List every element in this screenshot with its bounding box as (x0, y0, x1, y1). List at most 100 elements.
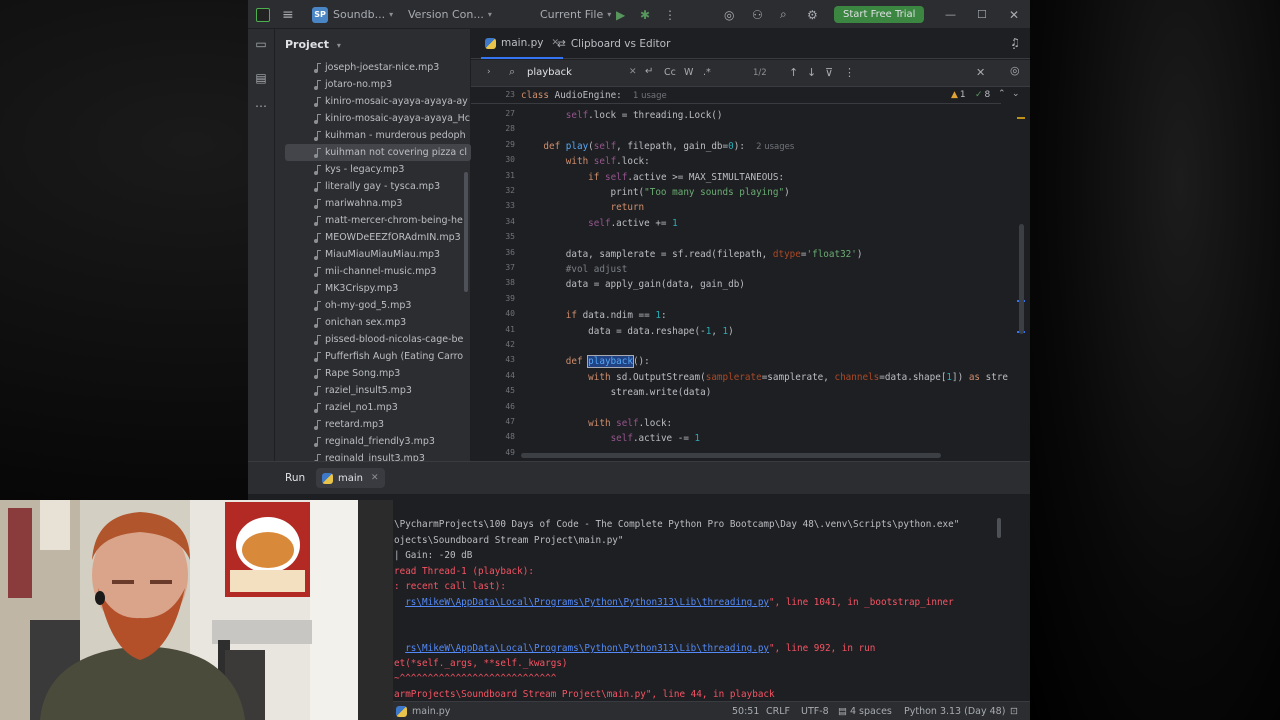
project-panel-header[interactable]: Project ▾ (285, 38, 341, 51)
line-separator[interactable]: CRLF (766, 702, 790, 720)
regex-toggle[interactable]: .* (703, 67, 711, 78)
file-item[interactable]: reetard.mp3 (275, 416, 471, 433)
editor-horizontal-scrollbar[interactable] (521, 453, 941, 458)
project-switcher[interactable]: SP Soundb... ▾ (312, 0, 393, 29)
file-item[interactable]: mii-channel-music.mp3 (275, 263, 471, 280)
notifications-icon[interactable]: ♫ (1010, 36, 1020, 49)
gear-icon[interactable]: ⚙ (807, 0, 818, 29)
file-item[interactable]: Pufferfish Augh (Eating Carro (275, 348, 471, 365)
minimize-icon[interactable]: — (945, 0, 956, 29)
file-item[interactable]: MK3Crispy.mp3 (275, 280, 471, 297)
file-item[interactable]: oh-my-god_5.mp3 (275, 297, 471, 314)
match-case-toggle[interactable]: Cc (664, 67, 676, 78)
sticky-scroll-header[interactable]: 23 class AudioEngine: 1 usage ▲ 1 ✓ 8 ⌃ ⌄ (471, 88, 1020, 104)
tab-main-py[interactable]: main.py ✕ (481, 29, 563, 59)
console-output[interactable]: \PycharmProjects\100 Days of Code - The … (394, 518, 1004, 700)
vcs-widget[interactable]: Version Con... ▾ (408, 0, 492, 29)
close-tab-icon[interactable]: ✕ (371, 473, 379, 483)
file-name: jotaro-no.mp3 (325, 79, 393, 90)
console-line: read Thread-1 (playback): (394, 566, 534, 577)
ai-assistant-icon[interactable]: ◎ (724, 0, 734, 29)
file-item[interactable]: jotaro-no.mp3 (275, 76, 471, 93)
editor-area: main.py ✕ ⇄ Clipboard vs Editor ⋮ › ⌕ pl… (471, 29, 1030, 461)
indent-label: 4 spaces (849, 706, 892, 717)
traceback-link[interactable]: rs\MikeW\AppData\Local\Programs\Python\P… (405, 597, 769, 608)
previous-occurrence-icon[interactable]: ↑ (789, 66, 798, 79)
code-content[interactable]: self.lock = threading.Lock() def play(se… (471, 88, 1008, 458)
find-input[interactable]: playback (527, 67, 631, 78)
file-encoding[interactable]: UTF-8 (801, 702, 829, 720)
indent-widget[interactable]: ▤ 4 spaces (838, 702, 892, 720)
chevron-up-icon[interactable]: ⌃ (998, 89, 1006, 99)
whole-word-toggle[interactable]: W (684, 67, 693, 78)
file-item[interactable]: kys - legacy.mp3 (275, 161, 471, 178)
folder-icon[interactable]: ▭ (254, 37, 268, 51)
newline-icon[interactable]: ↵ (645, 66, 653, 77)
traceback-link[interactable]: rs\MikeW\AppData\Local\Programs\Python\P… (405, 643, 769, 654)
file-item[interactable]: matt-mercer-chrom-being-he (275, 212, 471, 229)
warning-icon[interactable]: ▲ 1 (951, 90, 966, 100)
file-item[interactable]: raziel_insult5.mp3 (275, 382, 471, 399)
console-scrollbar[interactable] (997, 518, 1001, 538)
code-line-37: #vol adjust (565, 264, 628, 275)
breadcrumb-file: main.py (412, 706, 451, 717)
code-line-27: self.lock = threading.Lock() (565, 110, 723, 121)
file-item[interactable]: literally gay - tysca.mp3 (275, 178, 471, 195)
filter-icon[interactable]: ⊽ (825, 66, 833, 79)
file-item[interactable]: Rape Song.mp3 (275, 365, 471, 382)
tab-clipboard-vs-editor[interactable]: ⇄ Clipboard vs Editor (557, 29, 670, 59)
search-icon[interactable]: ⌕ (780, 0, 787, 29)
file-item[interactable]: kiniro-mosaic-ayaya-ayaya_Hc (275, 110, 471, 127)
file-item[interactable]: kiniro-mosaic-ayaya-ayaya-ay (275, 93, 471, 110)
console-line: ojects\Soundboard Stream Project\main.py… (394, 535, 624, 546)
file-item[interactable]: MEOWDeEEZfORAdmIN.mp3 (275, 229, 471, 246)
file-item[interactable]: pissed-blood-nicolas-cage-be (275, 331, 471, 348)
title-bar: ≡ SP Soundb... ▾ Version Con... ▾ Curren… (248, 0, 1030, 29)
desktop-background-right (1030, 0, 1280, 720)
file-item-selected[interactable]: kuihman not covering pizza cl (285, 144, 471, 161)
project-badge: SP (312, 6, 328, 23)
maximize-icon[interactable]: ☐ (977, 0, 987, 29)
project-panel: Project ▾ joseph-joestar-nice.mp3 jotaro… (275, 29, 471, 464)
chevron-down-icon[interactable]: ⌄ (1012, 89, 1020, 99)
more-tools-icon[interactable]: ⋯ (254, 99, 268, 113)
file-item[interactable]: kuihman - murderous pedoph (275, 127, 471, 144)
file-item[interactable]: onichan sex.mp3 (275, 314, 471, 331)
start-free-trial-button[interactable]: Start Free Trial (834, 6, 925, 23)
pycharm-logo-icon[interactable] (256, 0, 270, 29)
next-occurrence-icon[interactable]: ↓ (807, 66, 816, 79)
caret-position[interactable]: 50:51 (732, 702, 759, 720)
breadcrumb[interactable]: main.py (396, 702, 450, 720)
lock-icon[interactable]: ⊡ (1010, 702, 1018, 720)
close-icon[interactable]: ✕ (1009, 0, 1019, 29)
ai-chat-icon[interactable]: ◎ (1010, 64, 1020, 77)
python-file-icon (396, 706, 407, 717)
editor-vertical-scrollbar[interactable] (1019, 224, 1024, 334)
file-item[interactable]: reginald_friendly3.mp3 (275, 433, 471, 450)
run-tab-main[interactable]: main ✕ (316, 468, 385, 488)
warning-marker[interactable] (1017, 117, 1025, 119)
file-item[interactable]: mariwahna.mp3 (275, 195, 471, 212)
more-actions-icon[interactable]: ⋮ (664, 0, 676, 29)
main-menu-icon[interactable]: ≡ (282, 0, 294, 29)
interpreter-selector[interactable]: Python 3.13 (Day 48) (904, 702, 1005, 720)
chevron-right-icon[interactable]: › (487, 67, 491, 77)
find-options-icon[interactable]: ⋮ (844, 66, 855, 79)
close-find-icon[interactable]: ✕ (976, 66, 985, 79)
file-item[interactable]: joseph-joestar-nice.mp3 (275, 59, 471, 76)
run-icon[interactable]: ▶ (616, 0, 625, 29)
file-item[interactable]: raziel_no1.mp3 (275, 399, 471, 416)
audio-file-icon (313, 419, 322, 430)
code-with-me-icon[interactable]: ⚇ (752, 0, 763, 29)
project-scrollbar[interactable] (464, 172, 468, 292)
weak-warning-icon[interactable]: ✓ 8 (975, 90, 990, 100)
file-item[interactable]: MiauMiauMiauMiau.mp3 (275, 246, 471, 263)
file-name: raziel_no1.mp3 (325, 402, 398, 413)
run-config-selector[interactable]: Current File ▾ (540, 0, 611, 29)
code-line-32: print("Too many sounds playing") (521, 187, 790, 198)
structure-icon[interactable]: ▤ (254, 71, 268, 85)
audio-file-icon (313, 232, 322, 243)
debug-icon[interactable]: ✱ (640, 0, 650, 29)
code-line-33: return (610, 202, 645, 213)
clear-search-icon[interactable]: ✕ (629, 67, 637, 77)
